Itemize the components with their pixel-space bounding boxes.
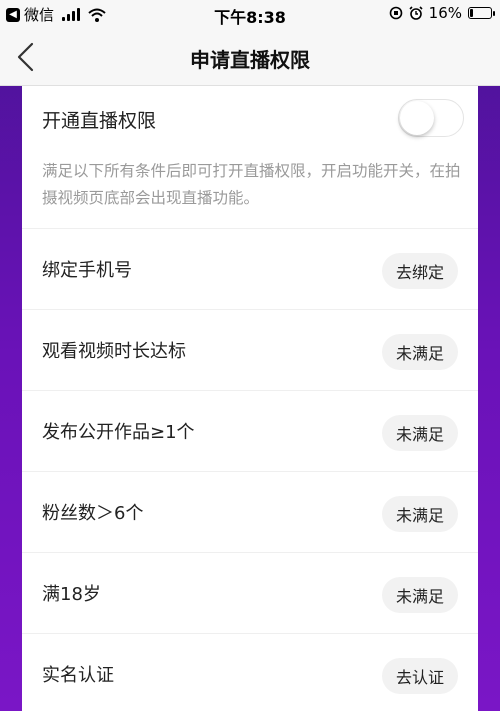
verify-identity-button[interactable]: 去认证	[381, 658, 458, 694]
requirement-status-button[interactable]: 未满足	[381, 334, 458, 370]
requirement-label: 发布公开作品≥1个	[42, 422, 195, 443]
requirement-label: 实名认证	[42, 665, 114, 686]
requirement-status-button[interactable]: 未满足	[381, 577, 458, 613]
requirements-description: 满足以下所有条件后即可打开直播权限，开启功能开关，在拍摄视频页底部会出现直播功能…	[42, 162, 461, 207]
live-permission-row: 开通直播权限	[22, 86, 478, 146]
nav-bar: 申请直播权限	[0, 28, 500, 86]
permission-card: 开通直播权限 满足以下所有条件后即可打开直播权限，开启功能开关，在拍摄视频页底部…	[22, 86, 478, 711]
battery-fill	[470, 9, 473, 17]
alarm-icon	[409, 6, 423, 20]
requirement-status-button[interactable]: 未满足	[381, 415, 458, 451]
screen: ◀ 微信 下午8:38 16% 申请直播权限 开通直播权限 满足以下所有条件后即…	[0, 0, 500, 711]
requirement-label: 观看视频时长达标	[42, 341, 186, 362]
status-right: 16%	[389, 4, 495, 22]
requirement-row: 实名认证 去认证	[22, 634, 478, 711]
orientation-lock-icon	[389, 6, 402, 20]
requirement-row: 粉丝数＞6个 未满足	[22, 472, 478, 553]
requirement-label: 粉丝数＞6个	[42, 503, 144, 524]
battery-icon	[468, 7, 495, 19]
requirement-row: 观看视频时长达标 未满足	[22, 310, 478, 391]
requirement-row: 满18岁 未满足	[22, 553, 478, 634]
toggle-knob	[400, 101, 434, 135]
live-permission-label: 开通直播权限	[42, 110, 157, 132]
bind-phone-button[interactable]: 去绑定	[381, 253, 458, 289]
live-permission-toggle[interactable]	[398, 99, 464, 137]
battery-percent: 16%	[428, 4, 462, 22]
requirement-row: 发布公开作品≥1个 未满足	[22, 391, 478, 472]
requirement-label: 绑定手机号	[42, 260, 132, 281]
page-title: 申请直播权限	[190, 48, 310, 72]
requirement-status-button[interactable]: 未满足	[381, 496, 458, 532]
requirement-label: 满18岁	[42, 584, 101, 605]
requirement-row: 绑定手机号 去绑定	[22, 229, 478, 310]
status-bar: ◀ 微信 下午8:38 16%	[0, 0, 500, 28]
